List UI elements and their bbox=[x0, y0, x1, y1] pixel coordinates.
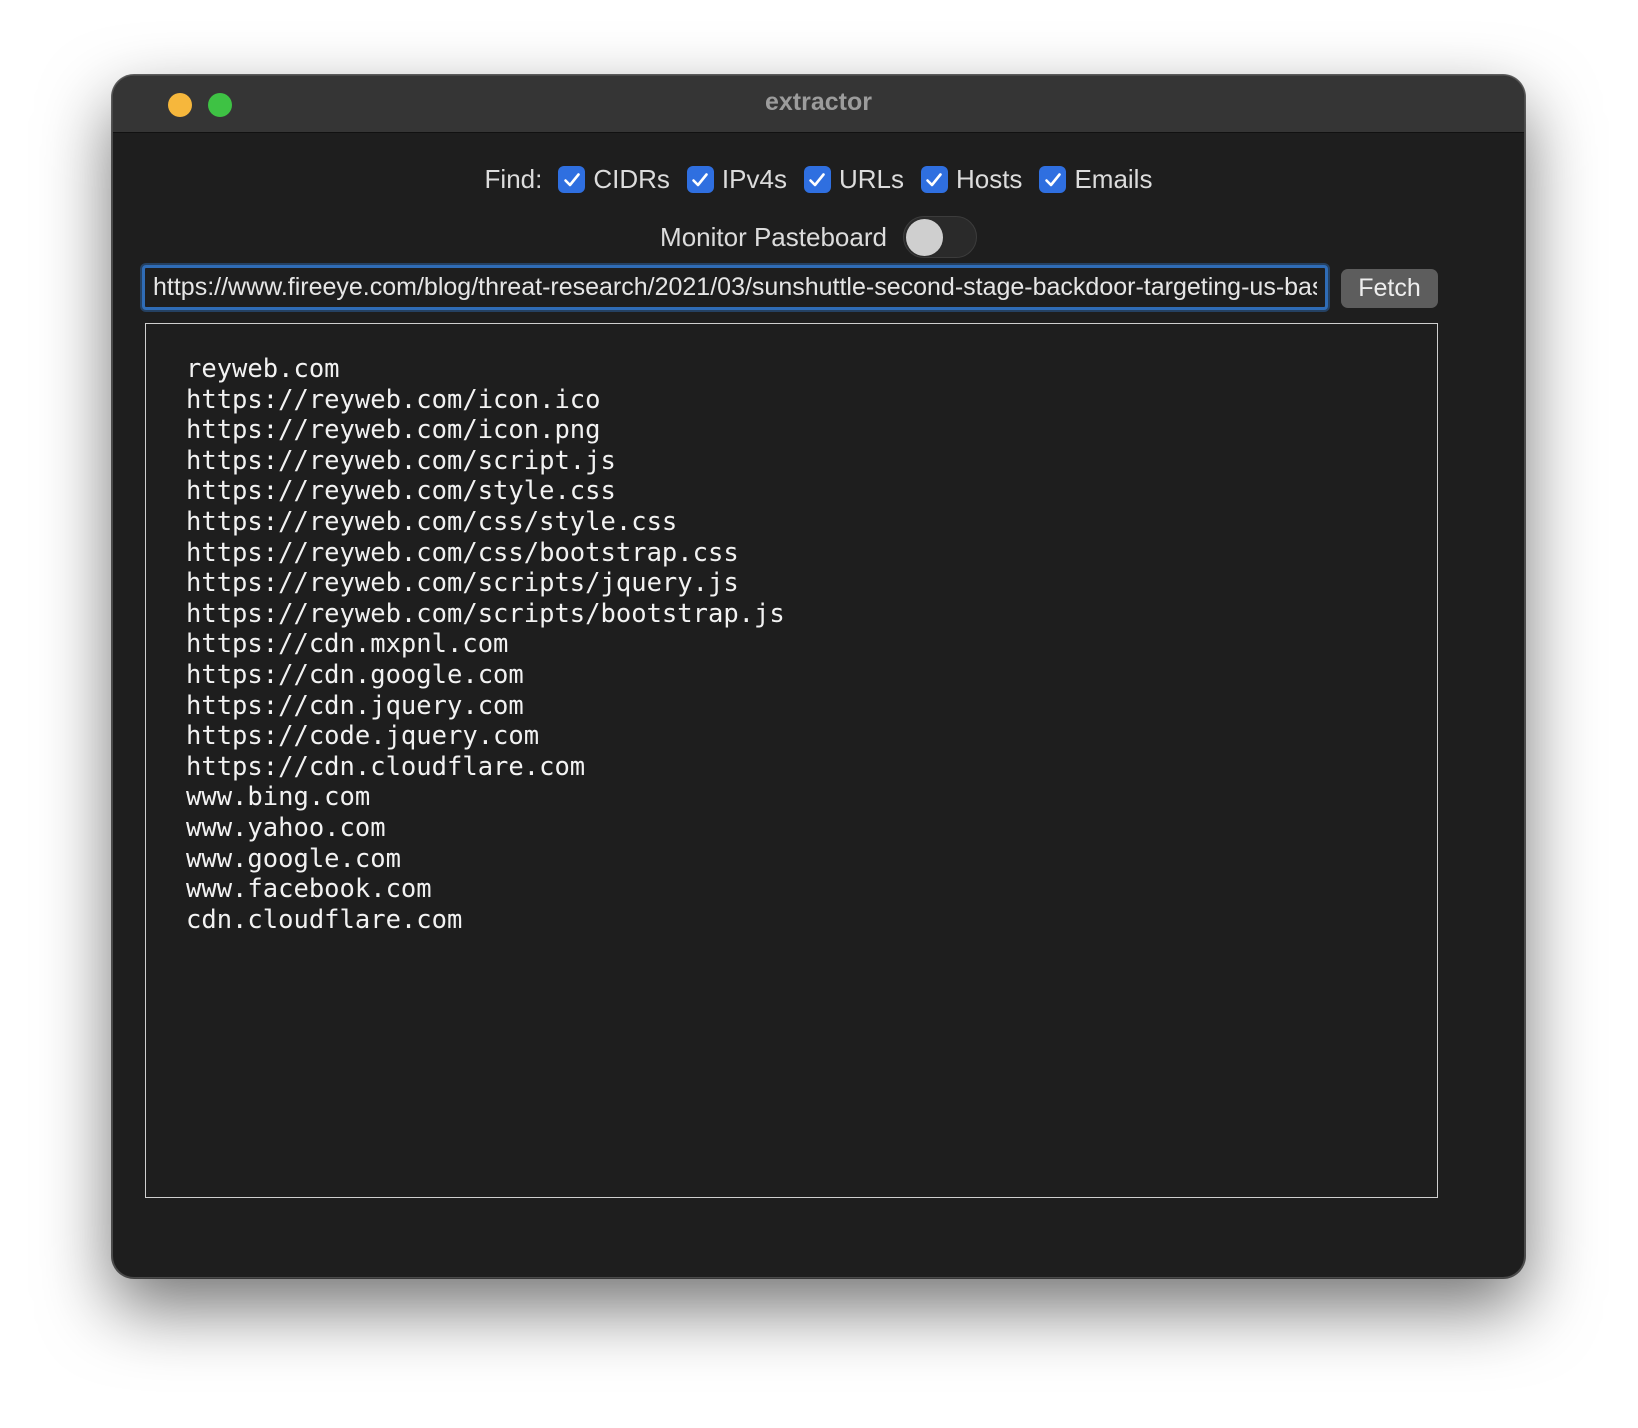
ipv4s-label[interactable]: IPv4s bbox=[722, 164, 787, 195]
cidrs-checkbox[interactable] bbox=[558, 166, 586, 193]
results-text-view[interactable]: reyweb.com https://reyweb.com/icon.ico htt… bbox=[145, 323, 1438, 1198]
result-line: www.facebook.com bbox=[186, 874, 432, 905]
emails-checkbox[interactable] bbox=[1039, 166, 1067, 193]
monitor-pasteboard-toggle[interactable] bbox=[902, 216, 977, 258]
fetch-button[interactable]: Fetch bbox=[1341, 269, 1438, 308]
result-line: https://reyweb.com/css/style.css bbox=[186, 506, 678, 537]
result-line: cdn.cloudflare.com bbox=[186, 904, 463, 935]
monitor-pasteboard-label: Monitor Pasteboard bbox=[660, 221, 887, 252]
option-urls[interactable]: URLs bbox=[803, 164, 904, 195]
title-bar[interactable]: extractor bbox=[113, 76, 1524, 133]
result-line: https://reyweb.com/icon.ico bbox=[186, 384, 601, 415]
checkmark-icon bbox=[809, 172, 826, 186]
hosts-checkbox[interactable] bbox=[920, 166, 948, 193]
result-line: www.yahoo.com bbox=[186, 812, 386, 843]
result-line: https://reyweb.com/script.js bbox=[186, 445, 616, 476]
checkmark-icon bbox=[926, 172, 943, 186]
urls-checkbox[interactable] bbox=[803, 166, 831, 193]
result-line: https://reyweb.com/icon.png bbox=[186, 415, 601, 446]
result-line: reyweb.com bbox=[186, 354, 340, 384]
option-cidrs[interactable]: CIDRs bbox=[558, 164, 670, 195]
toggle-knob bbox=[905, 219, 943, 256]
monitor-pasteboard-row: Monitor Pasteboard bbox=[113, 216, 1524, 258]
emails-label[interactable]: Emails bbox=[1074, 164, 1152, 195]
app-window: extractor Find: CIDRs IPv4s URLs Hosts E… bbox=[112, 75, 1525, 1278]
result-line: https://cdn.jquery.com bbox=[186, 690, 524, 721]
option-emails[interactable]: Emails bbox=[1039, 164, 1152, 195]
cidrs-label[interactable]: CIDRs bbox=[593, 164, 670, 195]
result-line: www.google.com bbox=[186, 843, 401, 874]
hosts-label[interactable]: Hosts bbox=[956, 164, 1022, 195]
result-line: www.bing.com bbox=[186, 782, 371, 813]
url-input[interactable] bbox=[142, 265, 1328, 310]
window-title: extractor bbox=[765, 88, 872, 116]
checkmark-icon bbox=[1045, 172, 1061, 186]
find-label: Find: bbox=[484, 164, 543, 194]
option-hosts[interactable]: Hosts bbox=[920, 164, 1022, 195]
option-ipv4s[interactable]: IPv4s bbox=[686, 164, 787, 195]
result-line: https://reyweb.com/scripts/jquery.js bbox=[186, 568, 739, 599]
result-line: https://reyweb.com/scripts/bootstrap.js bbox=[186, 598, 785, 629]
checkmark-icon bbox=[692, 172, 709, 186]
result-line: https://code.jquery.com bbox=[186, 721, 540, 752]
result-line: https://cdn.google.com bbox=[186, 659, 524, 690]
ipv4s-checkbox[interactable] bbox=[686, 166, 714, 193]
urls-label[interactable]: URLs bbox=[839, 164, 904, 195]
checkmark-icon bbox=[564, 172, 580, 186]
result-line: https://cdn.mxpnl.com bbox=[186, 629, 509, 660]
result-line: https://reyweb.com/style.css bbox=[186, 476, 616, 507]
find-options: Find: CIDRs IPv4s URLs Hosts Emails bbox=[113, 164, 1524, 195]
result-line: https://reyweb.com/css/bootstrap.css bbox=[186, 537, 739, 568]
result-line: https://cdn.cloudflare.com bbox=[186, 751, 586, 782]
